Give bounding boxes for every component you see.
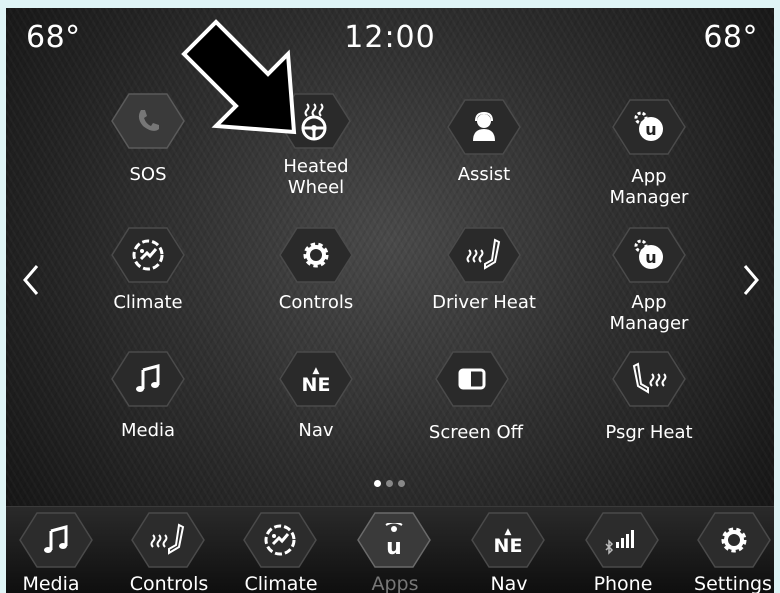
- screen-off-icon: [434, 350, 510, 408]
- dock-apps-label: Apps: [371, 573, 419, 593]
- gear-icon: [696, 511, 772, 569]
- dock-settings-button[interactable]: [696, 511, 772, 569]
- dock-nav-button[interactable]: ▲ NE: [470, 511, 546, 569]
- app-controls-button[interactable]: [278, 226, 354, 284]
- climate-icon: [110, 226, 186, 284]
- app-screen-off-button[interactable]: [434, 350, 510, 408]
- app-assist-button[interactable]: [446, 98, 522, 156]
- gear-icon: [278, 226, 354, 284]
- app-manager-icon: u: [611, 226, 687, 284]
- dock-media-label: Media: [22, 573, 80, 593]
- page-dot-1: [374, 479, 381, 487]
- svg-text:u: u: [645, 120, 656, 139]
- app-assist-label: Assist: [457, 164, 511, 185]
- app-manager-label: App Manager: [609, 166, 689, 208]
- app-climate-button[interactable]: [110, 226, 186, 284]
- app-media-label: Media: [120, 420, 176, 441]
- app-psgr-heat-label: Psgr Heat: [605, 422, 693, 443]
- app-climate-label: Climate: [113, 292, 183, 313]
- music-note-icon: [18, 511, 94, 569]
- app-nav-label: Nav: [298, 420, 334, 441]
- dock-phone-button[interactable]: [584, 511, 660, 569]
- app-manager-icon: u: [611, 98, 687, 156]
- app-manager-button[interactable]: u: [611, 98, 687, 156]
- dock-controls-button[interactable]: [130, 511, 206, 569]
- clock: 12:00: [344, 20, 436, 55]
- compass-ne-icon: ▲ NE: [493, 527, 523, 557]
- dock-media-button[interactable]: [18, 511, 94, 569]
- passenger-temperature[interactable]: 68°: [703, 20, 758, 55]
- svg-text:u: u: [645, 248, 656, 267]
- app-manager-2-label: App Manager: [609, 292, 689, 334]
- app-sos-button[interactable]: [110, 92, 186, 150]
- app-controls-label: Controls: [278, 292, 354, 313]
- assist-icon: [446, 98, 522, 156]
- page-dot-3: [398, 479, 405, 487]
- app-sos-label: SOS: [129, 164, 167, 185]
- seat-heat-icon: [130, 511, 206, 569]
- app-driver-heat-button[interactable]: [446, 226, 522, 284]
- page-dot-2: [386, 479, 393, 487]
- passenger-seat-heat-icon: [611, 350, 687, 408]
- phone-signal-icon: [584, 511, 660, 569]
- dock-climate-button[interactable]: [242, 511, 318, 569]
- infotainment-screen: 68° 12:00 68° SOS Heated Wheel Assist u …: [6, 8, 774, 593]
- app-nav-button[interactable]: ▲ NE: [278, 350, 354, 408]
- dock-controls-label: Controls: [129, 573, 209, 593]
- svg-text:u: u: [386, 535, 402, 557]
- uconnect-icon: u: [356, 511, 432, 569]
- app-driver-heat-label: Driver Heat: [432, 292, 536, 313]
- app-manager-2-button[interactable]: u: [611, 226, 687, 284]
- dock-climate-label: Climate: [244, 573, 318, 593]
- next-page-arrow-icon[interactable]: [736, 260, 766, 300]
- dock-apps-button[interactable]: u: [356, 511, 432, 569]
- phone-icon: [110, 92, 186, 150]
- music-note-icon: [110, 350, 186, 408]
- dock-phone-label: Phone: [593, 573, 653, 593]
- app-heated-wheel-label: Heated Wheel: [283, 156, 349, 198]
- bottom-dock: Media Controls Climate u Apps ▲ NE Nav P…: [6, 506, 774, 593]
- dock-nav-label: Nav: [490, 573, 528, 593]
- dock-settings-label: Settings: [694, 573, 772, 593]
- compass-ne-icon: ▲ NE: [301, 366, 331, 396]
- seat-heat-icon: [446, 226, 522, 284]
- callout-arrow-icon: [181, 19, 297, 135]
- app-media-button[interactable]: [110, 350, 186, 408]
- page-indicator: [374, 478, 414, 488]
- app-psgr-heat-button[interactable]: [611, 350, 687, 408]
- previous-page-arrow-icon[interactable]: [16, 260, 46, 300]
- app-screen-off-label: Screen Off: [428, 422, 524, 443]
- climate-icon: [242, 511, 318, 569]
